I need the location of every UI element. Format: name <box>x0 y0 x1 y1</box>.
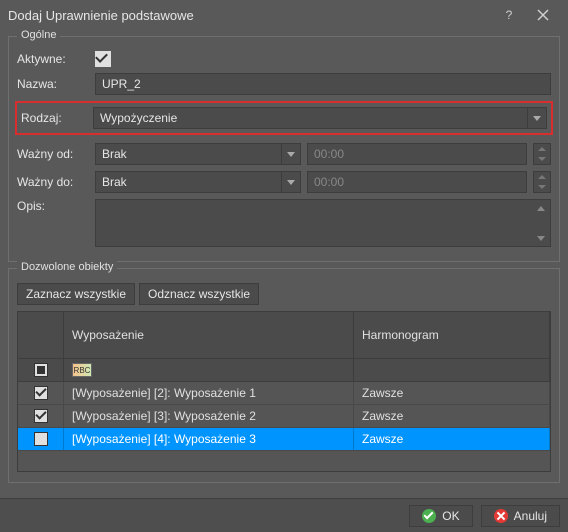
combo-wazny-do[interactable]: Brak <box>95 171 301 193</box>
table-row[interactable]: [Wyposażenie] [3]: Wyposażenie 2Zawsze <box>18 405 550 428</box>
filter-icon: RBC <box>72 363 92 377</box>
ok-button[interactable]: OK <box>409 505 472 527</box>
row-wyposazenie: [Wyposażenie] [2]: Wyposażenie 1 <box>64 382 354 404</box>
select-all-button[interactable]: Zaznacz wszystkie <box>17 283 135 305</box>
deselect-all-button[interactable]: Odznacz wszystkie <box>139 283 259 305</box>
checkbox-aktywne[interactable] <box>95 51 111 67</box>
grid-header-check[interactable] <box>18 312 64 358</box>
label-wazny-do: Ważny do: <box>17 175 89 189</box>
group-general: Ogólne Aktywne: Nazwa: UPR_2 Rodzaj: Wyp… <box>8 36 560 262</box>
grid-header-harmonogram[interactable]: Harmonogram <box>354 312 550 358</box>
chevron-down-icon[interactable] <box>281 143 301 165</box>
highlighted-rodzaj-row: Rodzaj: Wypożyczenie <box>15 101 553 135</box>
input-nazwa[interactable]: UPR_2 <box>95 73 551 95</box>
label-aktywne: Aktywne: <box>17 52 89 66</box>
row-checkbox[interactable] <box>18 428 64 450</box>
table-row[interactable]: [Wyposażenie] [2]: Wyposażenie 1Zawsze <box>18 382 550 405</box>
row-checkbox[interactable] <box>18 382 64 404</box>
time-od[interactable]: 00:00 <box>307 143 527 165</box>
grid-filter-wyposazenie[interactable]: RBC <box>64 359 354 381</box>
row-harmonogram: Zawsze <box>354 405 550 427</box>
group-general-legend: Ogólne <box>17 29 60 41</box>
row-checkbox[interactable] <box>18 405 64 427</box>
window-title: Dodaj Uprawnienie podstawowe <box>8 8 492 23</box>
cancel-button[interactable]: Anuluj <box>481 505 560 527</box>
group-objects-legend: Dozwolone obiekty <box>17 261 117 273</box>
cancel-icon <box>494 509 508 523</box>
row-wyposazenie: [Wyposażenie] [3]: Wyposażenie 2 <box>64 405 354 427</box>
label-nazwa: Nazwa: <box>17 77 89 91</box>
scrollbar[interactable] <box>532 200 550 246</box>
combo-rodzaj[interactable]: Wypożyczenie <box>93 107 547 129</box>
label-rodzaj: Rodzaj: <box>21 111 87 125</box>
row-wyposazenie: [Wyposażenie] [4]: Wyposażenie 3 <box>64 428 354 450</box>
table-row[interactable]: [Wyposażenie] [4]: Wyposażenie 3Zawsze <box>18 428 550 451</box>
time-do[interactable]: 00:00 <box>307 171 527 193</box>
scroll-down-icon[interactable] <box>532 230 550 246</box>
close-button[interactable] <box>526 0 560 30</box>
objects-grid: Wyposażenie Harmonogram RBC [Wyposażenie… <box>17 311 551 472</box>
help-button[interactable]: ? <box>492 0 526 30</box>
scroll-up-icon[interactable] <box>532 200 550 216</box>
grid-filter-harmonogram[interactable] <box>354 359 550 381</box>
group-objects: Dozwolone obiekty Zaznacz wszystkie Odzn… <box>8 268 560 483</box>
row-harmonogram: Zawsze <box>354 382 550 404</box>
spinner-do[interactable] <box>533 171 551 193</box>
textarea-opis[interactable] <box>95 199 551 247</box>
label-wazny-od: Ważny od: <box>17 147 89 161</box>
titlebar: Dodaj Uprawnienie podstawowe ? <box>0 0 568 30</box>
label-opis: Opis: <box>17 199 89 213</box>
grid-filter-row: RBC <box>18 359 550 382</box>
dialog-footer: OK Anuluj <box>0 498 568 532</box>
spinner-od[interactable] <box>533 143 551 165</box>
combo-wazny-od[interactable]: Brak <box>95 143 301 165</box>
grid-filter-check[interactable] <box>18 359 64 381</box>
chevron-down-icon[interactable] <box>527 107 547 129</box>
grid-header: Wyposażenie Harmonogram <box>18 312 550 359</box>
grid-header-wyposazenie[interactable]: Wyposażenie <box>64 312 354 358</box>
row-harmonogram: Zawsze <box>354 428 550 450</box>
ok-icon <box>422 509 436 523</box>
chevron-down-icon[interactable] <box>281 171 301 193</box>
